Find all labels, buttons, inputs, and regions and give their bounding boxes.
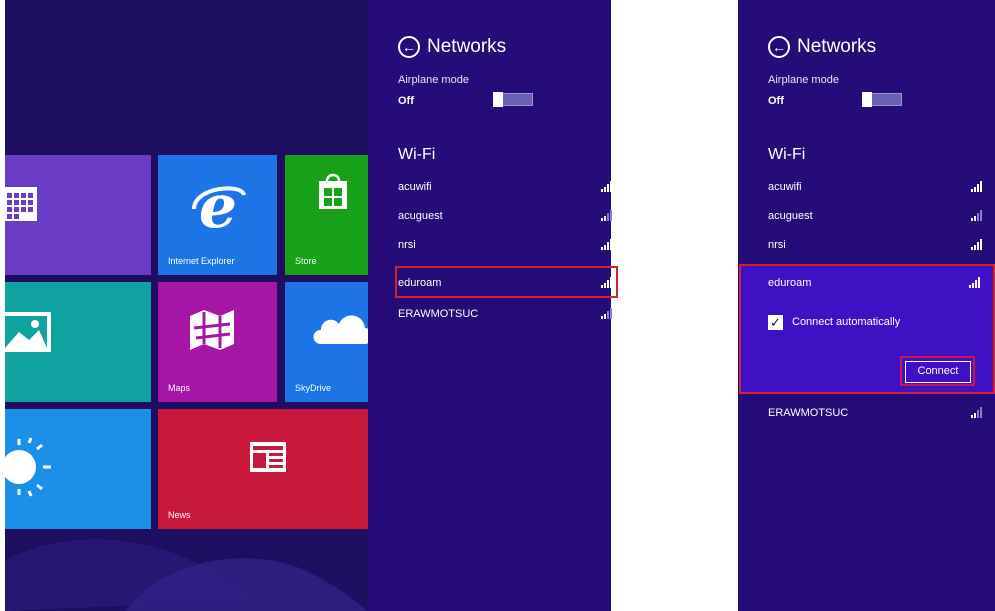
network-name: acuwifi — [768, 181, 802, 193]
network-name: ERAWMOTSUC — [768, 407, 849, 419]
networks-panel: ← Networks Airplane mode Off Wi-Fi acuwi… — [368, 0, 618, 611]
signal-strength-icon — [601, 181, 612, 192]
signal-strength-icon — [601, 239, 612, 250]
news-icon — [250, 442, 286, 472]
tile-news[interactable]: News — [158, 409, 368, 529]
panel-title: Networks — [797, 36, 877, 57]
networks-panel-expanded: ← Networks Airplane mode Off Wi-Fi acuwi… — [738, 0, 995, 611]
signal-strength-icon — [601, 210, 612, 221]
signal-strength-icon — [971, 210, 982, 221]
tile-label: Maps — [168, 383, 191, 393]
maps-icon — [190, 310, 234, 350]
airplane-mode-label: Airplane mode — [768, 74, 839, 86]
network-item[interactable]: ERAWMOTSUC — [398, 305, 614, 325]
internet-explorer-icon: e — [192, 177, 246, 237]
tile-label: Internet Explorer — [168, 256, 235, 266]
signal-strength-icon — [971, 407, 982, 418]
sun-icon — [5, 437, 51, 497]
store-bag-icon — [319, 173, 347, 209]
airplane-mode-value: Off — [398, 95, 414, 107]
network-name: nrsi — [768, 239, 786, 251]
network-name: acuwifi — [398, 181, 432, 193]
svg-text:e: e — [199, 177, 237, 237]
panel-title: Networks — [427, 36, 507, 57]
network-item[interactable]: acuwifi — [398, 178, 614, 198]
tile-maps[interactable]: Maps — [158, 282, 277, 402]
signal-strength-icon — [601, 308, 612, 319]
signal-strength-icon — [971, 181, 982, 192]
network-item[interactable]: acuguest — [398, 207, 614, 227]
tile-calendar[interactable] — [5, 155, 151, 275]
network-item[interactable]: nrsi — [398, 236, 614, 256]
airplane-mode-label: Airplane mode — [398, 74, 469, 86]
left-screenshot: e Internet Explorer Store Maps SkyDrive … — [5, 0, 618, 611]
tile-label: SkyDrive — [295, 383, 332, 393]
calendar-icon — [5, 187, 37, 221]
toggle-knob — [493, 92, 503, 107]
wifi-heading: Wi-Fi — [768, 146, 806, 163]
network-item[interactable]: nrsi — [768, 236, 984, 256]
panel-header: ← Networks — [398, 36, 506, 58]
signal-strength-icon — [971, 239, 982, 250]
photos-icon — [5, 312, 51, 352]
tile-weather[interactable] — [5, 409, 151, 529]
tile-photos[interactable] — [5, 282, 151, 402]
toggle-knob — [862, 92, 872, 107]
panel-header: ← Networks — [768, 36, 876, 58]
network-item[interactable]: acuguest — [768, 207, 984, 227]
network-name: nrsi — [398, 239, 416, 251]
tile-skydrive[interactable]: SkyDrive — [285, 282, 368, 402]
cloud-icon — [313, 315, 368, 344]
back-arrow-icon[interactable]: ← — [398, 36, 420, 58]
airplane-mode-value: Off — [768, 95, 784, 107]
network-name: ERAWMOTSUC — [398, 308, 479, 320]
tile-internet-explorer[interactable]: e Internet Explorer — [158, 155, 277, 275]
network-name: acuguest — [768, 210, 813, 222]
tile-store[interactable]: Store — [285, 155, 368, 275]
airplane-mode-toggle[interactable] — [493, 92, 533, 107]
eduroam-highlight — [739, 264, 995, 394]
back-arrow-icon[interactable]: ← — [768, 36, 790, 58]
network-item[interactable]: ERAWMOTSUC — [768, 404, 984, 424]
eduroam-highlight — [395, 266, 618, 298]
tile-label: Store — [295, 256, 317, 266]
wifi-heading: Wi-Fi — [398, 146, 436, 163]
tile-label: News — [168, 510, 191, 520]
network-item[interactable]: acuwifi — [768, 178, 984, 198]
start-screen: e Internet Explorer Store Maps SkyDrive … — [5, 0, 368, 611]
airplane-mode-toggle[interactable] — [862, 92, 902, 107]
network-name: acuguest — [398, 210, 443, 222]
